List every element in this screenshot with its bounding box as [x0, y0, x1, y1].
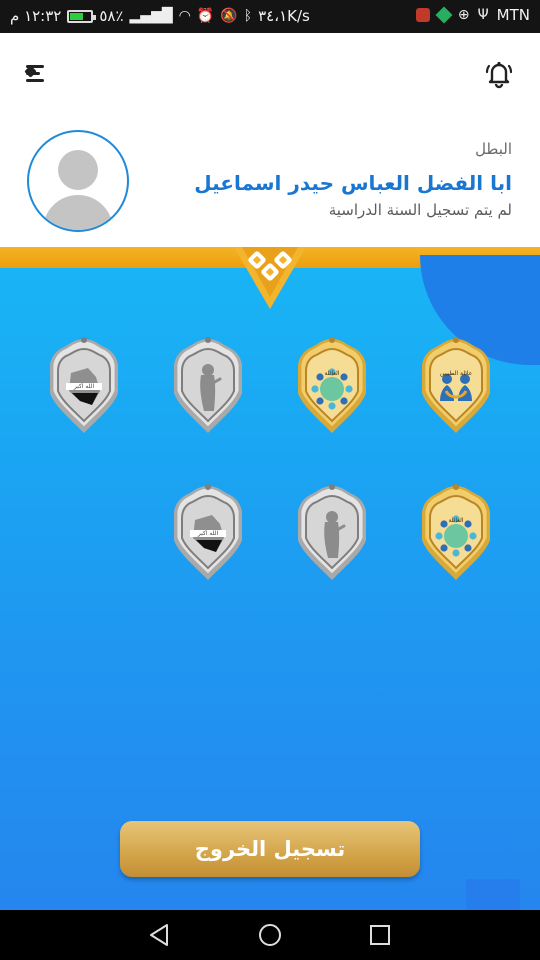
profile-role: البطل — [475, 140, 512, 158]
badge-caption: العائلة — [324, 370, 339, 377]
badge-prayer-silver[interactable] — [168, 335, 248, 435]
signal-icon: ▂▄▆█ — [129, 8, 173, 24]
bluetooth-icon: ᛒ — [243, 8, 253, 24]
logout-button[interactable]: تسجيل الخروج — [120, 821, 420, 877]
recents-icon[interactable] — [367, 922, 393, 948]
clock: ١٢:٣٢ م — [10, 7, 62, 25]
badge-shape — [174, 337, 242, 433]
app-notification-icon — [415, 8, 430, 22]
badge-shape: عائلة الطيبين — [422, 337, 490, 433]
home-icon[interactable] — [257, 922, 283, 948]
app-bar — [0, 33, 540, 115]
badge-caption: العائلة — [448, 517, 463, 524]
badge-community-gold-2[interactable]: العائلة — [416, 482, 496, 582]
app-notification-icon-2 — [435, 6, 453, 24]
data-saver-icon: ⊕ — [457, 7, 470, 23]
back-icon[interactable] — [147, 922, 173, 948]
badge-caption: عائلة الطيبين — [440, 370, 473, 377]
system-nav-bar — [0, 910, 540, 960]
battery-level: ٥٨٪ — [99, 7, 124, 25]
badge-shape — [298, 484, 366, 580]
menu-collapse-icon[interactable] — [24, 63, 54, 85]
gold-ornament-icon — [234, 247, 306, 309]
carrier: MTN — [496, 6, 530, 24]
floating-overlay — [466, 879, 520, 910]
badge-family-gold[interactable]: عائلة الطيبين — [416, 335, 496, 435]
alarm-icon: ⏰ — [196, 8, 215, 24]
usb-icon: Ψ — [477, 7, 489, 23]
wifi-icon: ◠ — [178, 8, 191, 24]
profile-name: ابا الفضل العباس حيدر اسماعيل — [194, 171, 512, 195]
badge-prayer-silver-2[interactable] — [292, 482, 372, 582]
battery-icon — [67, 9, 97, 23]
avatar-body — [43, 195, 113, 230]
status-left: ١٢:٣٢ م ٥٨٪ ▂▄▆█ ◠ ⏰ 🔕 ᛒ ٣٤،١K/s — [10, 7, 310, 25]
bell-ringing-icon[interactable] — [484, 59, 514, 89]
avatar[interactable] — [27, 130, 129, 232]
badge-shape: العائلة — [298, 337, 366, 433]
badge-shape: الله اكبر — [174, 484, 242, 580]
network-speed: ٣٤،١K/s — [258, 7, 310, 25]
badge-caption: الله اكبر — [73, 383, 95, 390]
badge-shape: الله اكبر — [50, 337, 118, 433]
profile-status: لم يتم تسجيل السنة الدراسية — [328, 201, 512, 219]
status-bar: ١٢:٣٢ م ٥٨٪ ▂▄▆█ ◠ ⏰ 🔕 ᛒ ٣٤،١K/s ⊕ Ψ MTN — [0, 0, 540, 33]
badges-area: عائلة الطيبين العائلة الله اكبر العائلة الله… — [0, 247, 540, 910]
badge-iraq-map-silver[interactable]: الله اكبر — [44, 335, 124, 435]
badge-caption: الله اكبر — [197, 530, 219, 537]
badge-shape: العائلة — [422, 484, 490, 580]
avatar-head — [58, 150, 98, 190]
badge-community-gold[interactable]: العائلة — [292, 335, 372, 435]
mute-icon: 🔕 — [220, 8, 238, 24]
profile-card: البطل ابا الفضل العباس حيدر اسماعيل لم ي… — [0, 115, 540, 247]
badge-iraq-map-silver-2[interactable]: الله اكبر — [168, 482, 248, 582]
status-right: ⊕ Ψ MTN — [415, 6, 530, 24]
